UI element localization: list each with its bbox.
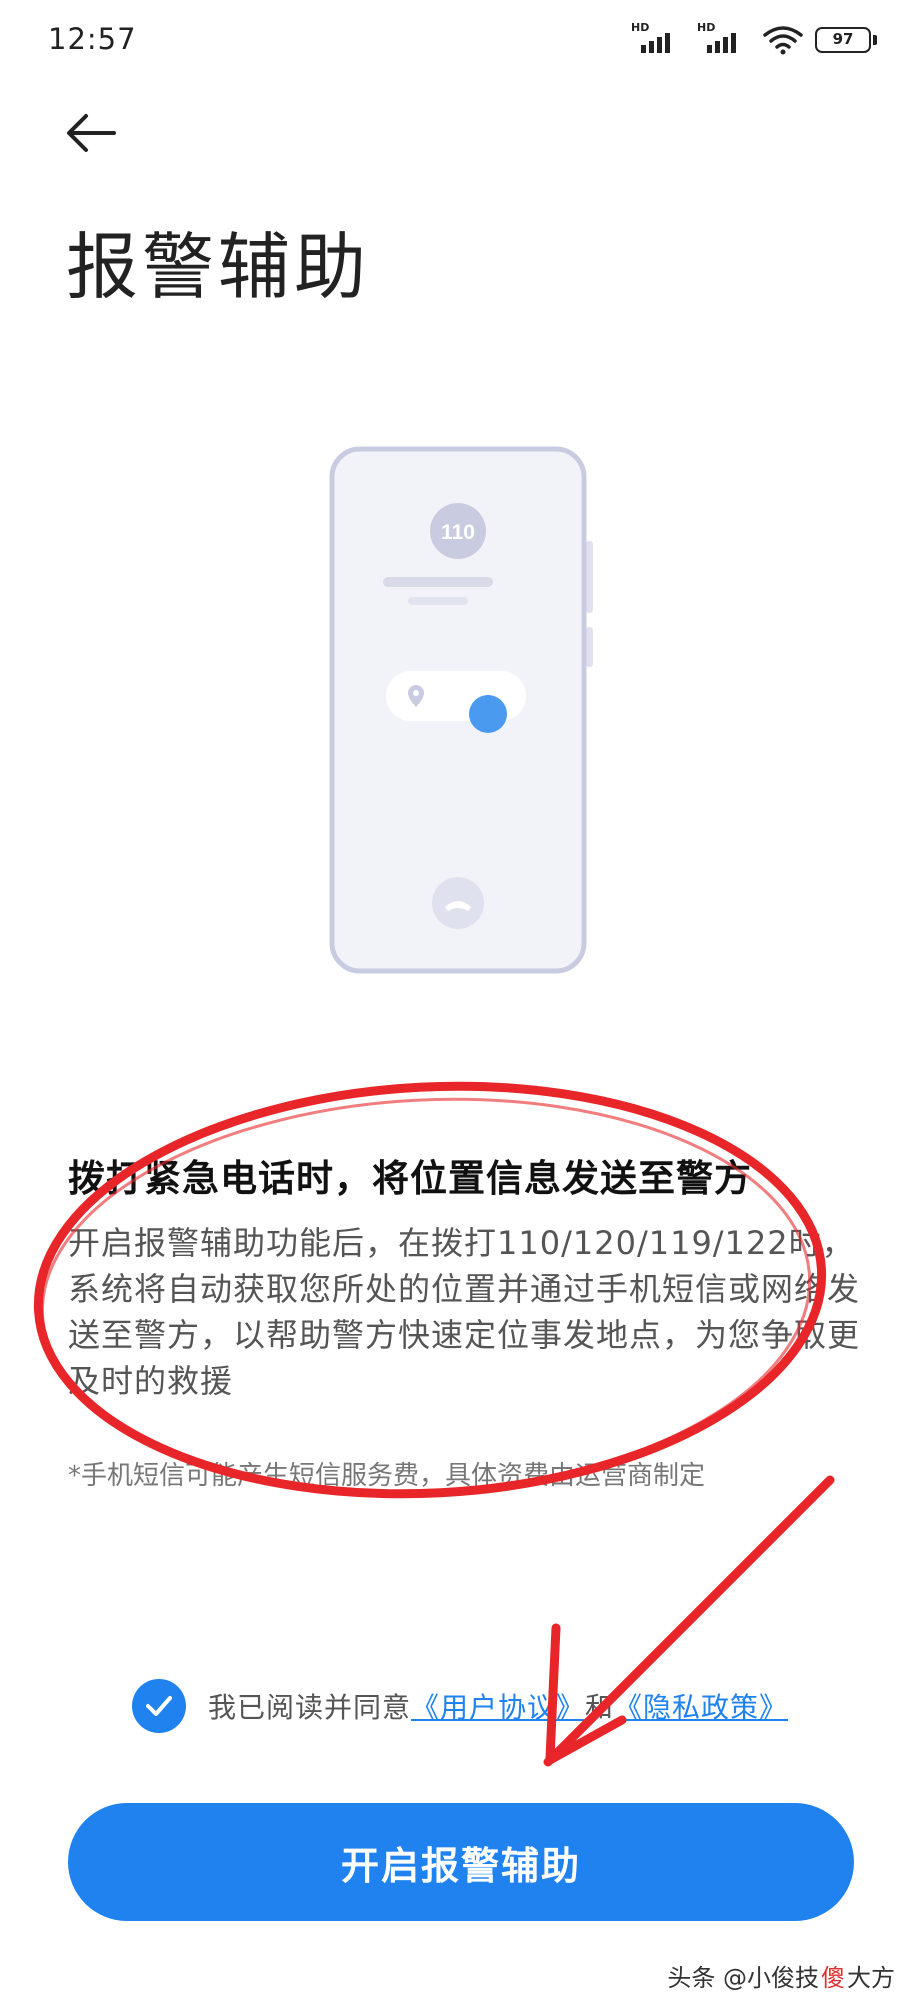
agreement-checkbox[interactable]: [132, 1679, 186, 1733]
status-bar: 12:57 HD HD 97: [0, 0, 923, 80]
agreement-conjunction: 和: [585, 1691, 615, 1724]
phone-illustration: 110: [329, 446, 593, 974]
watermark-suffix: 大方: [847, 1964, 895, 1992]
battery-icon: 97: [815, 27, 877, 53]
watermark: 头条 @小俊技傻大方: [667, 1958, 895, 1993]
status-time: 12:57: [48, 22, 137, 56]
watermark-prefix: 头条 @小俊技: [667, 1964, 819, 1992]
hd-signal-icon: HD: [631, 21, 685, 57]
back-button[interactable]: [62, 108, 122, 158]
battery-level: 97: [832, 30, 854, 48]
page-title: 报警辅助: [66, 225, 371, 309]
enable-alarm-assist-button[interactable]: 开启报警辅助: [68, 1803, 854, 1921]
user-agreement-link[interactable]: 《用户协议》: [411, 1691, 585, 1724]
feature-description: 开启报警辅助功能后，在拨打110/120/119/122时，系统将自动获取您所处…: [68, 1224, 861, 1400]
agreement-text: 我已阅读并同意《用户协议》和《隐私政策》: [208, 1686, 788, 1726]
agreement-prefix: 我已阅读并同意: [208, 1691, 412, 1724]
dial-number: 110: [441, 521, 475, 544]
arrow-left-icon: [67, 114, 116, 152]
hd-signal-icon: HD: [697, 21, 751, 57]
hang-up-icon: [432, 877, 484, 929]
wifi-icon: [763, 26, 803, 55]
privacy-policy-link[interactable]: 《隐私政策》: [614, 1691, 788, 1724]
toggle-dot: [469, 695, 507, 733]
sms-fee-note: *手机短信可能产生短信服务费，具体资费由运营商制定: [68, 1461, 706, 1491]
checkmark-icon: [146, 1696, 172, 1716]
feature-headline: 拨打紧急电话时，将位置信息发送至警方: [68, 1157, 752, 1200]
agreement-row: 我已阅读并同意《用户协议》和《隐私政策》: [132, 1678, 788, 1734]
status-icons: HD HD 97: [631, 21, 877, 58]
watermark-highlight: 傻: [821, 1964, 845, 1992]
